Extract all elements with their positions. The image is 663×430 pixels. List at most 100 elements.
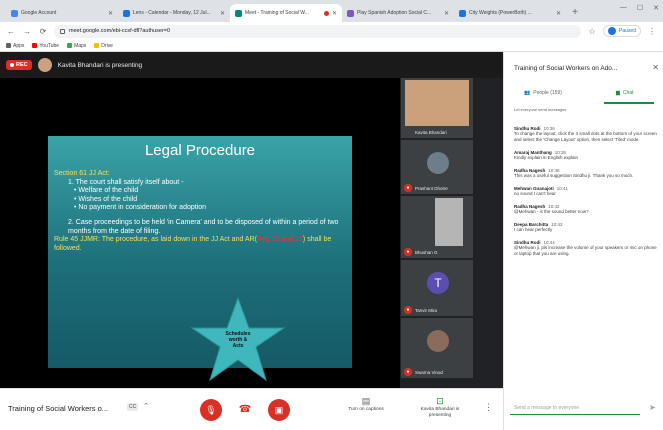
close-tab-icon[interactable]: ✕	[556, 10, 561, 17]
rule-reg-text: Reg 12 and 17	[256, 236, 303, 244]
participant-avatar	[427, 152, 449, 174]
address-bar[interactable]: meet.google.com/ebi-ccsf-dfl?authuser=0	[54, 24, 582, 38]
rule-text-a: Rule 45 JJMR: The procedure, as laid dow…	[54, 236, 257, 244]
send-icon[interactable]: ➤	[649, 403, 656, 412]
browser-tab[interactable]: Meet - Training of Social W... ✕	[230, 4, 342, 22]
browser-tab[interactable]: Play Spanish Adoption Social C... ✕	[342, 4, 454, 22]
tab-people[interactable]: 👥 People (159)	[524, 90, 562, 96]
captions-button[interactable]: ▤ Turn on captions	[336, 395, 396, 413]
message-text: no sound I can't hear	[514, 191, 556, 196]
bookmark-item[interactable]: YouTube	[32, 43, 59, 49]
participant-name: Swarna Vinod	[415, 370, 443, 375]
participant-tiles: Kavita Bhandari ● Prashant Dhotre ● Bhushan …	[400, 78, 503, 388]
close-panel-icon[interactable]: ✕	[652, 63, 659, 72]
meeting-title[interactable]: Training of Social Workers o...	[8, 404, 108, 413]
presenting-button[interactable]: ⊡ Kavita Bhandari is presenting	[410, 395, 470, 419]
rec-label: REC	[16, 62, 28, 68]
leave-call-button[interactable]: ☎	[234, 399, 256, 421]
chat-panel: Training of Social Workers on Ado... ✕ 👥…	[503, 52, 663, 430]
mic-muted-icon: ●	[404, 368, 412, 376]
browser-tabstrip: Google Account ✕ Lens - Calendar - Monday,…	[0, 0, 663, 22]
meeting-stage: REC Kavita Bhandari is presenting Legal …	[0, 52, 503, 388]
bookmark-item[interactable]: Apps	[6, 43, 24, 49]
people-icon: 👥	[524, 90, 531, 96]
slide-line: • No payment in consideration for adopti…	[74, 204, 207, 212]
participant-tile[interactable]: ● Bhushan G	[401, 196, 473, 258]
active-tab-indicator	[604, 102, 654, 104]
profile-paused-button[interactable]: Paused	[603, 25, 641, 37]
present-screen-icon: ⊡	[436, 396, 444, 406]
bookmark-label: Drive	[101, 42, 113, 49]
participant-name: Kavita Bhandari	[415, 130, 447, 135]
camera-off-button[interactable]: ▣	[268, 399, 290, 421]
mic-muted-icon: ●	[404, 184, 412, 192]
star-bookmark-icon[interactable]: ☆	[587, 27, 597, 36]
more-options-icon[interactable]: ⋮	[484, 402, 493, 413]
participant-video	[405, 80, 469, 126]
chat-messages: Sindhu Rodi 10:36 To change the layout, cl…	[514, 126, 659, 264]
browser-tab[interactable]: Lens - Calendar - Monday, 12 Jul... ✕	[118, 4, 230, 22]
close-tab-icon[interactable]: ✕	[332, 10, 337, 17]
bookmarks-bar: Apps YouTube Maps Drive	[0, 40, 663, 52]
reload-icon[interactable]: ⟳	[38, 27, 48, 36]
chat-message: Mehwan Gnanajoti 10:41 no sound I can't he…	[514, 186, 659, 197]
mic-off-icon: 🎙	[205, 405, 217, 415]
minimize-icon[interactable]: —	[620, 4, 627, 12]
participant-tile[interactable]: Kavita Bhandari	[401, 78, 473, 138]
record-icon	[10, 63, 14, 67]
browser-menu-icon[interactable]: ⋮	[647, 27, 657, 36]
chat-icon: ▆	[616, 90, 620, 96]
close-tab-icon[interactable]: ✕	[444, 10, 449, 17]
tab-favicon-icon	[459, 9, 466, 17]
star-label: Schedules worth & Acts	[225, 331, 251, 349]
chat-message: Radha Nagesh 10:42 @Mehwan - is the sound …	[514, 204, 659, 215]
participant-tile[interactable]: ● Prashant Dhotre	[401, 140, 473, 194]
bookmark-icon	[67, 43, 73, 48]
phone-hangup-icon: ☎	[238, 404, 252, 415]
message-text: To change the layout, click the 3 small …	[514, 131, 657, 142]
close-tab-icon[interactable]: ✕	[108, 10, 113, 17]
tab-chat[interactable]: ▆ Chat	[616, 90, 633, 96]
presenting-bar: REC Kavita Bhandari is presenting	[0, 52, 503, 78]
chat-message: Radha Nagesh 10:38 This was a useful sugge…	[514, 168, 659, 179]
tab-favicon-icon	[123, 9, 130, 17]
slide-line: • Wishes of the child	[74, 195, 138, 203]
bookmark-item[interactable]: Drive	[94, 43, 113, 49]
slide-line: Section 61 JJ Act:	[54, 170, 110, 177]
tab-title: Lens - Calendar - Monday, 12 Jul...	[133, 10, 211, 16]
browser-tab[interactable]: City Weights (PowerBoth) ... ✕	[454, 4, 566, 22]
slide-line: • Welfare of the child	[74, 187, 139, 195]
chevron-up-icon[interactable]: ⌃	[143, 402, 149, 410]
participant-letter-avatar: T	[427, 272, 449, 294]
back-icon[interactable]: ←	[6, 27, 16, 36]
presenting-label: Kavita Bhandari is presenting	[420, 407, 460, 418]
presentation-slide: Legal Procedure Section 61 JJ Act: 1. The…	[48, 136, 352, 382]
maximize-icon[interactable]: ☐	[637, 4, 643, 12]
bookmark-item[interactable]: Maps	[67, 43, 86, 49]
participant-tile[interactable]: T ● Tanvir Mira	[401, 260, 473, 316]
forward-icon[interactable]: →	[22, 27, 32, 36]
participant-name: Tanvir Mira	[415, 308, 438, 313]
new-tab-button[interactable]: +	[566, 4, 584, 22]
permission-note: Let everyone send messages	[514, 107, 567, 112]
window-controls: — ☐ ✕	[620, 4, 659, 12]
bookmark-label: Maps	[74, 42, 87, 49]
chat-message: Amaraj Manthang 10:36 Kindly explain in En…	[514, 150, 659, 161]
mic-off-button[interactable]: 🎙	[200, 399, 222, 421]
message-text: I can hear perfectly	[514, 227, 553, 232]
meeting-controls-bar: Training of Social Workers o... CC ⌃ 🎙 ☎…	[0, 388, 503, 430]
browser-tab[interactable]: Google Account ✕	[6, 4, 118, 22]
send-message-input[interactable]: Send a message to everyone	[510, 401, 640, 415]
url-text: meet.google.com/ebi-ccsf-dfl?authuser=0	[69, 28, 171, 34]
captions-icon: ▤	[361, 396, 371, 406]
participant-tile[interactable]: ● Swarna Vinod	[401, 318, 473, 378]
bookmark-icon	[94, 43, 100, 48]
close-tab-icon[interactable]: ✕	[220, 10, 225, 17]
tab-title: Google Account	[21, 10, 57, 16]
bookmark-label: YouTube	[39, 42, 60, 49]
close-window-icon[interactable]: ✕	[653, 4, 659, 12]
presenter-avatar	[37, 58, 52, 72]
bookmark-icon	[6, 43, 11, 48]
recording-dot-icon	[323, 10, 329, 16]
bookmark-label: Apps	[13, 42, 25, 49]
